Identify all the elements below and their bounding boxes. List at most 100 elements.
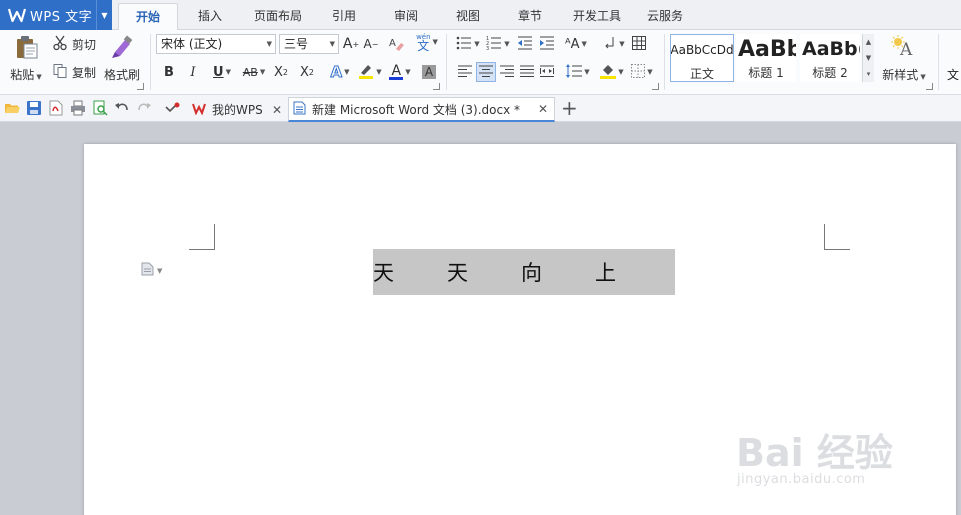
new-tab-plus-icon[interactable]: + bbox=[561, 97, 578, 119]
paragraph-handle[interactable]: ▼ bbox=[141, 262, 162, 279]
superscript-button[interactable]: X2 bbox=[272, 62, 290, 82]
align-left-button[interactable] bbox=[456, 62, 474, 82]
app-menu-dropdown-icon[interactable]: ▼ bbox=[96, 0, 112, 30]
align-center-icon bbox=[479, 65, 493, 80]
subscript-icon: X bbox=[300, 64, 309, 80]
new-style-label: 新样式 bbox=[882, 68, 919, 82]
shrink-font-button[interactable]: A − bbox=[362, 34, 380, 54]
distribute-button[interactable] bbox=[538, 62, 556, 82]
align-center-button[interactable] bbox=[476, 62, 496, 82]
styles-scroll[interactable]: ▲ ▼ ▾ bbox=[862, 34, 874, 82]
chevron-down-icon: ▼ bbox=[259, 68, 266, 76]
text-effect-icon: A bbox=[330, 63, 343, 82]
show-marks-button[interactable]: ▼ bbox=[600, 34, 628, 54]
char-shading-icon: A bbox=[421, 65, 437, 79]
chevron-down-icon: ▼ bbox=[157, 266, 163, 275]
document-tab-bar: 我的WPS ✕ 新建 Microsoft Word 文档 (3).docx * … bbox=[0, 95, 961, 122]
italic-button[interactable]: I bbox=[184, 62, 202, 82]
tab-cloud[interactable]: 云服务 bbox=[640, 0, 690, 30]
borders-button[interactable]: ▼ bbox=[628, 62, 656, 82]
styles-launcher-icon[interactable] bbox=[926, 83, 933, 90]
print-preview-icon[interactable] bbox=[92, 100, 108, 116]
clipboard-launcher-icon[interactable] bbox=[137, 83, 144, 90]
paragraph-mark-icon bbox=[603, 36, 617, 53]
bold-button[interactable]: B bbox=[160, 62, 178, 82]
strikethrough-button[interactable]: AB ▼ bbox=[240, 62, 268, 82]
font-size-select[interactable]: 三号 ▼ bbox=[279, 34, 339, 54]
doc-tab-my-wps[interactable]: 我的WPS ✕ bbox=[188, 97, 288, 122]
doc-char: 上 bbox=[595, 261, 616, 285]
line-spacing-button[interactable]: ▼ bbox=[564, 62, 592, 82]
style-normal[interactable]: AaBbCcDd 正文 bbox=[670, 34, 734, 82]
doc-tab-active[interactable]: 新建 Microsoft Word 文档 (3).docx * ✕ bbox=[288, 97, 555, 122]
char-shading-button[interactable]: A bbox=[420, 62, 438, 82]
increase-indent-button[interactable] bbox=[538, 34, 556, 54]
paste-dropdown-icon[interactable]: ▼ bbox=[36, 73, 41, 81]
document-text-line[interactable]: 天 天 向 上 bbox=[373, 257, 669, 287]
watermark-url: jingyan.baidu.com bbox=[737, 472, 866, 487]
style-heading-2[interactable]: AaBb( 标题 2 bbox=[800, 34, 860, 82]
grow-font-button[interactable]: A + bbox=[342, 34, 360, 54]
clear-format-button[interactable]: A bbox=[386, 34, 406, 54]
close-icon[interactable]: ✕ bbox=[272, 103, 282, 117]
format-painter-button[interactable]: 格式刷 bbox=[100, 34, 144, 83]
open-folder-icon[interactable] bbox=[4, 100, 20, 116]
tab-review[interactable]: 审阅 bbox=[384, 0, 428, 30]
strikethrough-icon: AB bbox=[242, 65, 258, 79]
font-launcher-icon[interactable] bbox=[433, 83, 440, 90]
undo-icon[interactable] bbox=[114, 100, 130, 116]
align-right-button[interactable] bbox=[498, 62, 516, 82]
copy-button[interactable]: 复制 bbox=[52, 62, 96, 82]
phonetic-icon: wén 文 bbox=[416, 33, 430, 52]
save-icon[interactable] bbox=[26, 100, 42, 116]
text-tools-button[interactable]: 文 bbox=[947, 66, 959, 83]
doc-tab-label: 新建 Microsoft Word 文档 (3).docx * bbox=[312, 102, 520, 117]
menu-bar: WPS 文字 ▼ 开始 插入 页面布局 引用 审阅 视图 章节 开发工具 云服务 bbox=[0, 0, 961, 34]
customize-toolbar-icon[interactable] bbox=[164, 100, 180, 116]
tab-developer[interactable]: 开发工具 bbox=[566, 0, 628, 30]
print-icon[interactable] bbox=[70, 100, 86, 116]
justify-icon bbox=[520, 65, 534, 80]
font-color-button[interactable]: A ▼ bbox=[386, 62, 414, 82]
divider bbox=[938, 34, 939, 90]
highlight-button[interactable]: ▼ bbox=[356, 62, 384, 82]
style-heading-1[interactable]: AaBb 标题 1 bbox=[736, 34, 796, 82]
chevron-up-icon[interactable]: ▲ bbox=[866, 38, 871, 46]
new-style-button[interactable]: A 新样式 ▼ bbox=[878, 34, 930, 83]
font-color-icon: A bbox=[389, 64, 404, 80]
more-styles-icon[interactable]: ▾ bbox=[867, 70, 871, 78]
paste-label: 粘贴 bbox=[10, 68, 35, 82]
app-menu-button[interactable]: WPS 文字 ▼ bbox=[0, 0, 112, 30]
tab-section[interactable]: 章节 bbox=[508, 0, 552, 30]
font-name-select[interactable]: 宋体 (正文) ▼ bbox=[156, 34, 276, 54]
chevron-down-icon: ▼ bbox=[920, 73, 926, 81]
export-pdf-icon[interactable] bbox=[48, 100, 64, 116]
bullets-button[interactable]: ▼ bbox=[454, 34, 482, 54]
table-button[interactable] bbox=[630, 34, 648, 54]
line-spacing-icon bbox=[566, 63, 583, 81]
decrease-indent-button[interactable] bbox=[516, 34, 534, 54]
numbering-button[interactable]: 1 2 3 ▼ bbox=[484, 34, 512, 54]
phonetic-guide-button[interactable]: wén 文 ▼ bbox=[412, 32, 442, 52]
cut-button[interactable]: 剪切 bbox=[52, 34, 96, 54]
close-icon[interactable]: ✕ bbox=[538, 102, 548, 116]
text-effect-button[interactable]: A ▼ bbox=[326, 62, 354, 82]
copy-icon bbox=[52, 63, 68, 82]
justify-button[interactable] bbox=[518, 62, 536, 82]
tab-view[interactable]: 视图 bbox=[446, 0, 490, 30]
tab-references[interactable]: 引用 bbox=[322, 0, 366, 30]
tab-insert[interactable]: 插入 bbox=[186, 0, 234, 30]
paragraph-launcher-icon[interactable] bbox=[652, 83, 659, 90]
redo-icon[interactable] bbox=[136, 100, 152, 116]
shading-button[interactable]: ▼ bbox=[598, 62, 626, 82]
tab-page-layout[interactable]: 页面布局 bbox=[248, 0, 308, 30]
grow-font-icon: A bbox=[342, 36, 353, 52]
wps-logo-icon bbox=[6, 5, 28, 25]
chevron-down-icon[interactable]: ▼ bbox=[866, 54, 871, 62]
change-case-button[interactable]: ᴬA ▼ bbox=[562, 34, 590, 54]
paste-button[interactable]: 粘贴 ▼ bbox=[6, 34, 46, 83]
app-name: WPS 文字 bbox=[30, 9, 93, 25]
subscript-button[interactable]: X2 bbox=[298, 62, 316, 82]
word-doc-icon bbox=[293, 101, 306, 118]
underline-button[interactable]: U ▼ bbox=[208, 62, 236, 82]
